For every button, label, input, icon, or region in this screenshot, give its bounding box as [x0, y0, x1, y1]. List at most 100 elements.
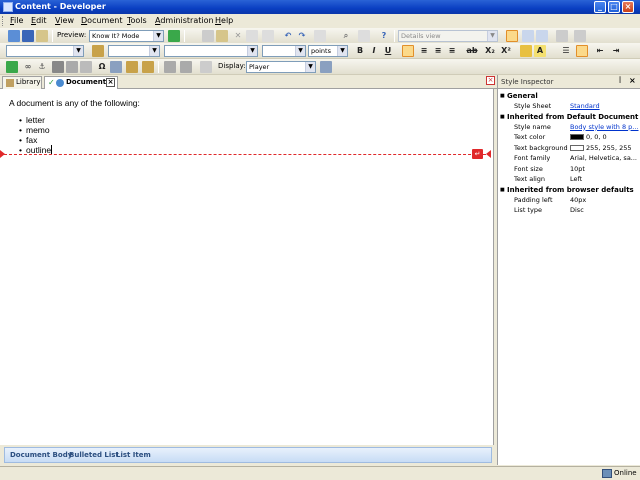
superscript-button[interactable]: X²: [500, 45, 512, 57]
section-browser-defaults[interactable]: Inherited from browser defaults: [498, 185, 640, 195]
display-select[interactable]: Player ▼: [246, 61, 316, 73]
outdent-icon[interactable]: ⇤: [594, 45, 606, 57]
font-color-icon[interactable]: A: [534, 45, 546, 57]
list-item: letter: [19, 115, 52, 125]
close-button[interactable]: ×: [622, 1, 634, 13]
style-sheet-link[interactable]: Standard: [570, 101, 640, 111]
align-left-icon[interactable]: [402, 45, 414, 57]
strikethrough-icon[interactable]: ab: [466, 45, 478, 57]
close-tab-icon[interactable]: ×: [106, 78, 115, 87]
cut-icon[interactable]: [188, 30, 200, 42]
rule-icon[interactable]: [80, 61, 92, 73]
replace-icon[interactable]: [358, 30, 370, 42]
help-icon[interactable]: ?: [378, 30, 390, 42]
breadcrumb-document-body[interactable]: Document Body: [10, 451, 72, 459]
inspector-title: Style Inspector: [501, 78, 554, 86]
delete-icon[interactable]: ✕: [232, 30, 244, 42]
glossary-icon[interactable]: [110, 61, 122, 73]
indent-icon[interactable]: ⇥: [610, 45, 622, 57]
pin-icon[interactable]: ꟾ: [619, 77, 621, 85]
subscript-button[interactable]: X₂: [484, 45, 496, 57]
undo-icon[interactable]: ↶: [282, 30, 294, 42]
prop-value-wrap: 0, 0, 0: [570, 132, 640, 142]
separator: [158, 61, 159, 73]
insert-frame-icon[interactable]: [6, 61, 18, 73]
anchor-icon[interactable]: ⚓: [36, 61, 48, 73]
tab-library[interactable]: Library: [2, 76, 42, 89]
underline-button[interactable]: U: [382, 45, 394, 57]
menu-view[interactable]: View: [55, 16, 74, 26]
align-center-icon[interactable]: ≡: [418, 45, 430, 57]
menu-tools[interactable]: Tools: [127, 16, 147, 26]
highlight-icon[interactable]: [520, 45, 532, 57]
menu-grip-icon: [2, 16, 5, 26]
font-size-select[interactable]: ▼: [262, 45, 306, 57]
paste-icon[interactable]: [216, 30, 228, 42]
justify-icon[interactable]: ≡: [446, 45, 458, 57]
menu-document[interactable]: Document: [81, 16, 122, 26]
open-icon[interactable]: [36, 30, 48, 42]
close-pane-icon[interactable]: ×: [486, 76, 495, 85]
special-character-icon[interactable]: Ω: [96, 61, 108, 73]
align-right-icon[interactable]: ≡: [432, 45, 444, 57]
prop-key: Style Sheet: [514, 102, 552, 110]
table-icon[interactable]: [66, 61, 78, 73]
style-select[interactable]: ▼: [6, 45, 84, 57]
numbered-list-icon[interactable]: ☰: [560, 45, 572, 57]
go-icon[interactable]: [168, 30, 180, 42]
redo-icon[interactable]: ↷: [296, 30, 308, 42]
spell-check-icon[interactable]: [180, 61, 192, 73]
tab-document[interactable]: ✓ Document ×: [44, 76, 118, 90]
publish-icon[interactable]: [574, 30, 586, 42]
layout-split-icon[interactable]: [522, 30, 534, 42]
layout-preview-icon[interactable]: [536, 30, 548, 42]
style-name-link[interactable]: Body style with 8 p...: [570, 122, 640, 132]
document-editor[interactable]: A document is any of the following: lett…: [0, 89, 494, 445]
checkin-icon[interactable]: [556, 30, 568, 42]
library-icon: [6, 79, 14, 87]
close-icon[interactable]: ×: [629, 76, 636, 85]
format-painter-icon[interactable]: [92, 45, 104, 57]
menu-edit[interactable]: Edit: [31, 16, 47, 26]
prop-padding-left: Padding left 40px: [498, 195, 640, 206]
document-icon: [56, 79, 64, 87]
new-icon[interactable]: [8, 30, 20, 42]
font-family-select[interactable]: ▼: [108, 45, 160, 57]
show-formatting-icon[interactable]: [200, 61, 212, 73]
menu-help[interactable]: Help: [215, 16, 233, 26]
insert-icon[interactable]: [314, 30, 326, 42]
section-general[interactable]: General: [498, 91, 640, 101]
bold-button[interactable]: B: [354, 45, 366, 57]
size-unit-select[interactable]: points ▼: [308, 45, 348, 57]
list-item: memo: [19, 125, 52, 135]
view-select[interactable]: Details view ▼: [398, 30, 498, 42]
chevron-down-icon: ▼: [305, 62, 315, 72]
attachment-icon[interactable]: [142, 61, 154, 73]
section-inherited-default[interactable]: Inherited from Default Document Body: [498, 112, 640, 122]
find-icon[interactable]: [164, 61, 176, 73]
prop-list-type: List type Disc: [498, 205, 640, 216]
link-icon[interactable]: [262, 30, 274, 42]
find-icon[interactable]: ⌕: [340, 30, 352, 42]
intro-paragraph: A document is any of the following:: [9, 98, 140, 108]
properties-icon[interactable]: [246, 30, 258, 42]
menu-file[interactable]: File: [10, 16, 23, 26]
font-name-select[interactable]: ▼: [164, 45, 258, 57]
save-icon[interactable]: [22, 30, 34, 42]
layout-details-icon[interactable]: [506, 30, 518, 42]
copy-icon[interactable]: [202, 30, 214, 42]
picture-icon[interactable]: [52, 61, 64, 73]
prop-value: 40px: [570, 195, 587, 204]
display-options-icon[interactable]: [320, 61, 332, 73]
preview-mode-select[interactable]: Know It? Mode ▼: [89, 30, 164, 42]
breadcrumb-list-item[interactable]: List Item: [116, 451, 151, 459]
italic-button[interactable]: I: [368, 45, 380, 57]
preview-label: Preview:: [57, 31, 87, 39]
maximize-button[interactable]: □: [608, 1, 620, 13]
bulleted-list-icon[interactable]: [576, 45, 588, 57]
menu-administration[interactable]: Administration: [155, 16, 214, 26]
bookmark-icon[interactable]: [126, 61, 138, 73]
minimize-button[interactable]: _: [594, 1, 606, 13]
hyperlink-icon[interactable]: ∞: [22, 61, 34, 73]
breadcrumb-bulleted-list[interactable]: Bulleted List: [69, 451, 119, 459]
